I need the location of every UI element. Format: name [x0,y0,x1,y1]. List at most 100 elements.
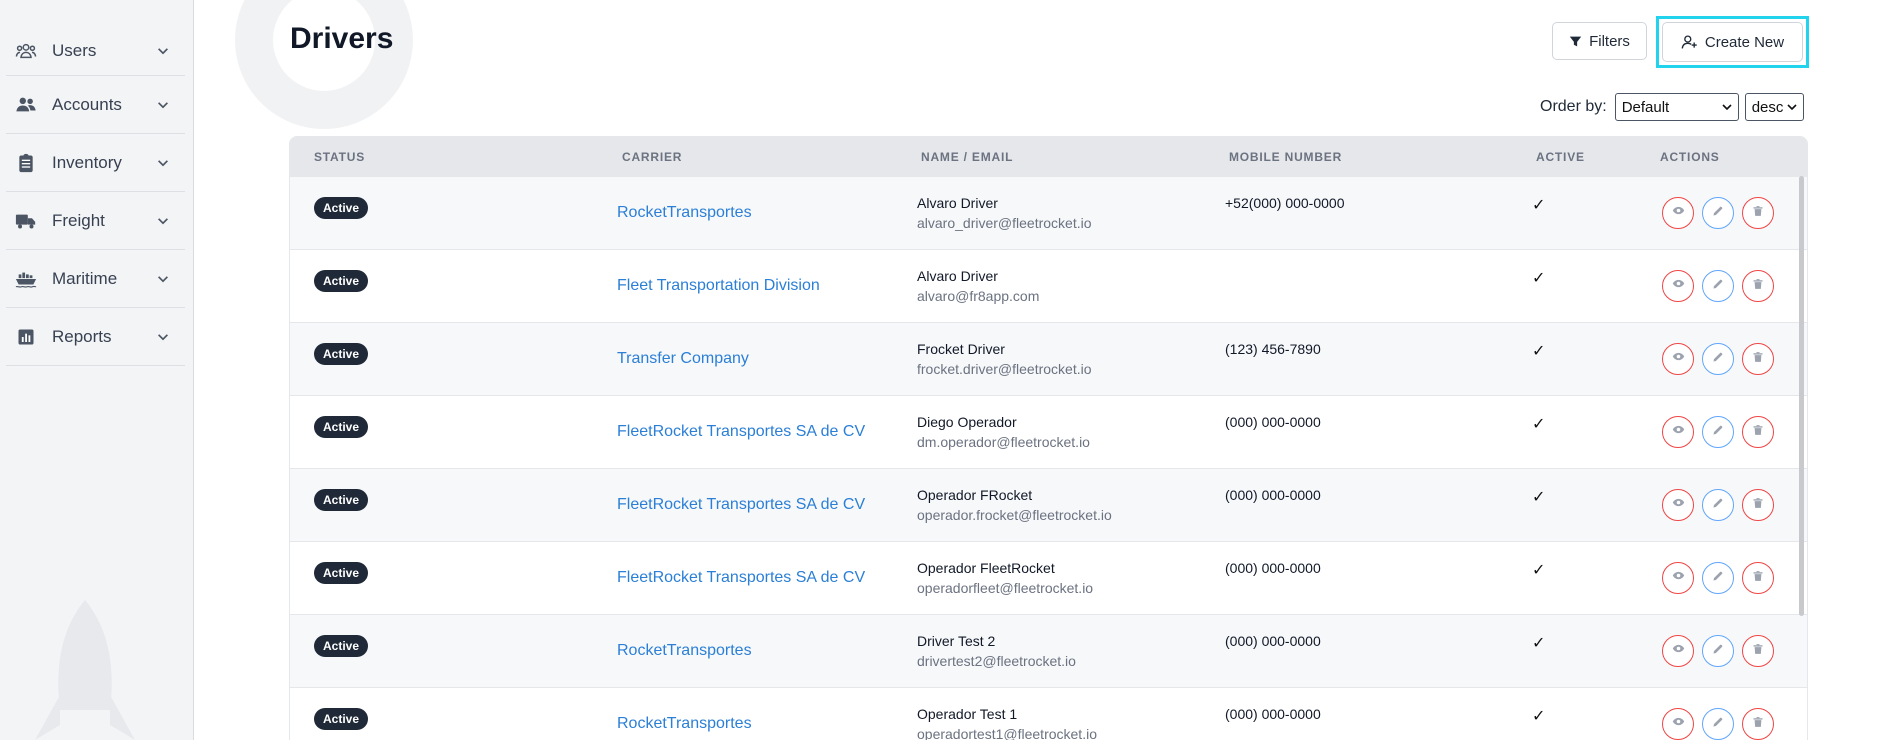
driver-email: dm.operador@fleetrocket.io [917,434,1090,450]
sidebar-item-freight[interactable]: Freight [6,192,185,250]
delete-button[interactable] [1742,708,1774,740]
edit-button[interactable] [1702,489,1734,521]
delete-button[interactable] [1742,343,1774,375]
view-button[interactable] [1662,635,1694,667]
edit-button[interactable] [1702,343,1734,375]
sidebar-item-inventory[interactable]: Inventory [6,134,185,192]
view-button[interactable] [1662,489,1694,521]
driver-name: Operador FRocket [917,487,1033,503]
status-badge: Active [314,489,369,511]
carrier-link[interactable]: FleetRocket Transportes SA de CV [617,569,865,587]
edit-button[interactable] [1702,416,1734,448]
actions-cell [1660,469,1807,541]
chevron-down-icon[interactable] [155,329,171,345]
order-by-label: Order by: [1540,98,1607,115]
driver-name: Frocket Driver [917,341,1005,357]
page-title: Drivers [290,22,394,55]
trash-icon [1752,642,1764,660]
carrier-link[interactable]: FleetRocket Transportes SA de CV [617,496,865,514]
trash-icon [1752,715,1764,733]
column-header-status: STATUS [314,150,366,164]
edit-button[interactable] [1702,562,1734,594]
carrier-link[interactable]: RocketTransportes [617,204,752,222]
trash-icon [1752,350,1764,368]
view-button[interactable] [1662,562,1694,594]
chevron-down-icon[interactable] [155,97,171,113]
carrier-link[interactable]: RocketTransportes [617,715,752,733]
table-row: Active FleetRocket Transportes SA de CV Op… [290,542,1807,615]
pencil-icon [1712,569,1724,587]
driver-name: Operador Test 1 [917,706,1018,722]
create-new-button[interactable]: Create New [1662,22,1803,62]
delete-button[interactable] [1742,489,1774,521]
chevron-down-icon[interactable] [155,213,171,229]
filters-button[interactable]: Filters [1552,22,1647,60]
status-cell: Active [290,177,598,249]
active-cell: ✓ [1520,396,1660,468]
pencil-icon [1712,642,1724,660]
sidebar-item-reports[interactable]: Reports [6,308,185,366]
carrier-cell: FleetRocket Transportes SA de CV [598,542,905,614]
mobile-number: (000) 000-0000 [1225,560,1321,576]
edit-button[interactable] [1702,270,1734,302]
driver-email: frocket.driver@fleetrocket.io [917,361,1092,377]
chevron-down-icon[interactable] [155,155,171,171]
name-email-cell: Driver Test 2 drivertest2@fleetrocket.io [905,615,1213,687]
edit-button[interactable] [1702,635,1734,667]
view-button[interactable] [1662,343,1694,375]
carrier-cell: FleetRocket Transportes SA de CV [598,396,905,468]
add-user-icon [1681,34,1697,49]
eye-icon [1672,350,1685,368]
delete-button[interactable] [1742,562,1774,594]
delete-button[interactable] [1742,197,1774,229]
carrier-link[interactable]: FleetRocket Transportes SA de CV [617,423,865,441]
active-cell: ✓ [1520,469,1660,541]
delete-button[interactable] [1742,416,1774,448]
order-direction-select[interactable]: desc [1744,93,1804,121]
status-cell: Active [290,469,598,541]
sidebar-item-maritime[interactable]: Maritime [6,250,185,308]
delete-button[interactable] [1742,270,1774,302]
carrier-link[interactable]: Fleet Transportation Division [617,277,820,295]
edit-button[interactable] [1702,197,1734,229]
mobile-cell: (000) 000-0000 [1213,688,1520,740]
chart-icon [14,325,38,349]
view-button[interactable] [1662,270,1694,302]
table-header: STATUS CARRIER NAME / EMAIL MOBILE NUMBE… [290,137,1807,177]
chevron-down-icon[interactable] [155,271,171,287]
delete-button[interactable] [1742,635,1774,667]
view-button[interactable] [1662,197,1694,229]
view-button[interactable] [1662,416,1694,448]
eye-icon [1672,423,1685,441]
column-header-actions: ACTIONS [1660,150,1720,164]
column-header-mobile: MOBILE NUMBER [1229,150,1343,164]
chevron-down-icon[interactable] [155,43,171,59]
name-email-cell: Frocket Driver frocket.driver@fleetrocket… [905,323,1213,395]
chevron-down-icon [1722,104,1732,111]
eye-icon [1672,642,1685,660]
mobile-cell: +52(000) 000-0000 [1213,177,1520,249]
table-scrollbar[interactable] [1799,176,1804,616]
active-cell: ✓ [1520,615,1660,687]
clipboard-icon [14,151,38,175]
order-by-select[interactable]: Default [1614,93,1739,121]
table-row: Active FleetRocket Transportes SA de CV Di… [290,396,1807,469]
pencil-icon [1712,715,1724,733]
sidebar-item-users[interactable]: Users [6,26,185,76]
sidebar-item-accounts[interactable]: Accounts [6,76,185,134]
name-email-cell: Alvaro Driver alvaro@fr8app.com [905,250,1213,322]
column-header-active: ACTIVE [1536,150,1585,164]
main-content: Drivers Filters Create New Order by: Def… [194,0,1877,740]
driver-name: Driver Test 2 [917,633,996,649]
mobile-cell: (000) 000-0000 [1213,542,1520,614]
status-cell: Active [290,323,598,395]
driver-email: operadorfleet@fleetrocket.io [917,580,1094,596]
active-checkmark: ✓ [1532,708,1546,725]
carrier-link[interactable]: RocketTransportes [617,642,752,660]
mobile-cell: (000) 000-0000 [1213,615,1520,687]
view-button[interactable] [1662,708,1694,740]
carrier-link[interactable]: Transfer Company [617,350,749,368]
edit-button[interactable] [1702,708,1734,740]
trash-icon [1752,569,1764,587]
driver-email: operadortest1@fleetrocket.io [917,726,1097,740]
